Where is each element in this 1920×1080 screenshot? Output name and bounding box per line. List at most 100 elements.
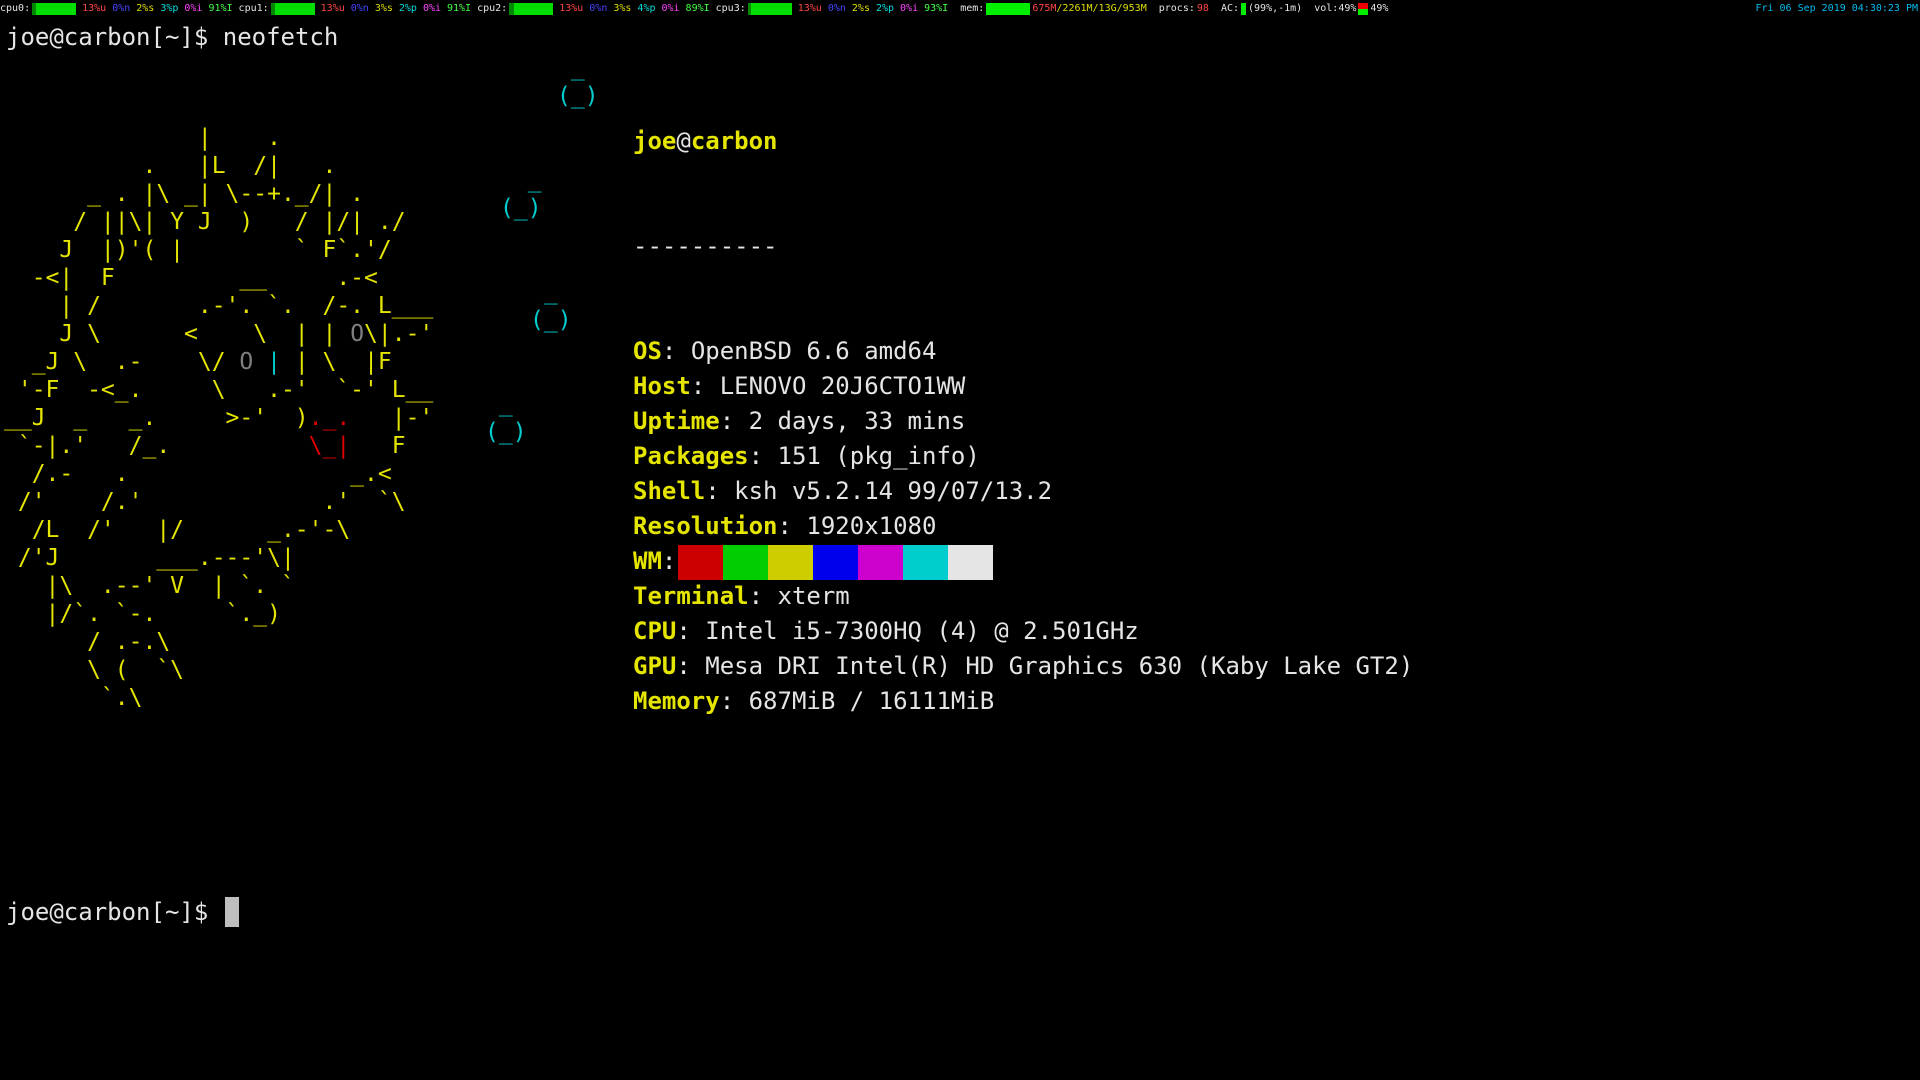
cpu-nice: 0%n: [589, 3, 608, 14]
info-row-packages: Packages: 151 (pkg_info): [633, 439, 1413, 474]
info-row-shell: Shell: ksh v5.2.14 99/07/13.2: [633, 474, 1413, 509]
info-row-host: Host: LENOVO 20J6CTO1WW: [633, 369, 1413, 404]
info-row-memory: Memory: 687MiB / 16111MiB: [633, 684, 1413, 719]
cpu-user: 13%u: [320, 3, 345, 14]
cpu-spin: 2%p: [398, 3, 417, 14]
info-row-uptime: Uptime: 2 days, 33 mins: [633, 404, 1413, 439]
palette-swatch-1: [723, 545, 768, 580]
vol-value: 49%: [1370, 3, 1389, 14]
cpu-sys: 3%s: [374, 3, 393, 14]
terminal-line-command: joe@carbon[~]$ neofetch: [6, 22, 338, 52]
info-value: ksh v5.2.14 99/07/13.2: [734, 477, 1053, 505]
cpu-monitor-0: cpu0: 13%u 0%n 2%s 3%p 0%i 91%I: [0, 0, 239, 18]
cpu-nice: 0%n: [112, 3, 131, 14]
info-value: xterm: [777, 582, 850, 610]
ascii-logo: _ (_) _ (_) _ (_) _ (_) | . . |L /| . _ …: [0, 54, 620, 874]
cpu-user: 13%u: [559, 3, 584, 14]
info-value: 1920x1080: [806, 512, 937, 540]
fish-1: _ (_): [557, 55, 599, 109]
cpu-intr: 0%i: [900, 3, 919, 14]
info-row-os: OS: OpenBSD 6.6 amd64: [633, 334, 1413, 369]
info-key: CPU: [633, 617, 677, 645]
fish-4: _ (_): [485, 391, 527, 445]
info-colon: :: [748, 442, 778, 470]
info-colon: :: [676, 617, 706, 645]
user-host: joe@carbon: [633, 124, 1413, 159]
clock: Fri 06 Sep 2019 04:30:23 PM: [1755, 3, 1918, 14]
procs-monitor: procs: 98: [1159, 0, 1209, 18]
info-value: 151 (pkg_info): [777, 442, 980, 470]
color-palette: [678, 545, 993, 580]
command-text: neofetch: [222, 23, 339, 51]
terminal-line-prompt[interactable]: joe@carbon[~]$: [6, 897, 239, 927]
procs-label: procs:: [1158, 3, 1195, 14]
info-key: OS: [633, 337, 662, 365]
mem-total: /2261M/13G/953M: [1056, 3, 1147, 14]
info-value: 2 days, 33 mins: [748, 407, 966, 435]
info-key: WM: [633, 547, 662, 575]
host-name: carbon: [690, 127, 778, 155]
ac-monitor: AC: (99%,-1m): [1221, 0, 1302, 18]
info-value: LENOVO 20J6CTO1WW: [719, 372, 966, 400]
cpu-intr: 0%i: [661, 3, 680, 14]
cpu-bar: [32, 3, 77, 15]
cpu-label: cpu1:: [238, 3, 269, 14]
title-separator: ----------: [633, 232, 778, 260]
info-row-gpu: GPU: Mesa DRI Intel(R) HD Graphics 630 (…: [633, 649, 1413, 684]
cpu-bar: [270, 3, 315, 15]
cpu-intr: 0%i: [422, 3, 441, 14]
status-bar: cpu0: 13%u 0%n 2%s 3%p 0%i 91%I cpu1: 13%u 0%n 3%s…: [0, 0, 1920, 18]
palette-swatch-5: [903, 545, 948, 580]
cpu-spin: 2%p: [875, 3, 895, 14]
cpu-label: cpu3:: [715, 3, 746, 14]
info-key: Uptime: [633, 407, 720, 435]
mem-monitor: mem: 675M/2261M/13G/953M: [960, 0, 1147, 18]
palette-swatch-4: [858, 545, 903, 580]
info-key: Packages: [633, 442, 749, 470]
info-key: Resolution: [633, 512, 778, 540]
info-colon: :: [676, 652, 706, 680]
mem-label: mem:: [960, 3, 985, 14]
procs-value: 98: [1196, 3, 1209, 14]
info-colon: :: [705, 477, 735, 505]
info-key: GPU: [633, 652, 677, 680]
info-colon: :: [690, 372, 720, 400]
vol-monitor: vol:49% 49%: [1314, 0, 1388, 18]
fish-3: _ (_): [530, 279, 572, 333]
mem-used: 675M: [1032, 3, 1057, 14]
info-colon: :: [719, 407, 749, 435]
cpu-nice: 0%n: [350, 3, 369, 14]
cpu-sys: 2%s: [851, 3, 870, 14]
system-info: joe@carbon ---------- OS: OpenBSD 6.6 am…: [633, 54, 1413, 754]
palette-swatch-2: [768, 545, 813, 580]
fish-2: _ (_): [500, 167, 542, 221]
palette-swatch-3: [813, 545, 858, 580]
block-cursor[interactable]: [224, 897, 239, 927]
palette-swatch-0: [678, 545, 723, 580]
info-key: Terminal: [633, 582, 749, 610]
ac-value: (99%,-1m): [1248, 3, 1303, 14]
info-colon: :: [777, 512, 807, 540]
palette-swatch-6: [948, 545, 993, 580]
cpu-intr: 0%i: [184, 3, 203, 14]
volume-bar: [1358, 3, 1369, 15]
info-row-resolution: Resolution: 1920x1080: [633, 509, 1413, 544]
info-row-terminal: Terminal: xterm: [633, 579, 1413, 614]
prompt: joe@carbon[~]$: [6, 23, 223, 51]
prompt: joe@carbon[~]$: [6, 898, 223, 926]
at-sign: @: [676, 127, 691, 155]
cpu-bar: [509, 3, 554, 15]
info-key: Host: [633, 372, 691, 400]
cpu-monitor-2: cpu2: 13%u 0%n 3%s 4%p 0%i 89%I: [477, 0, 716, 18]
vol-label: vol:49%: [1314, 3, 1357, 14]
cpu-user: 13%u: [797, 3, 822, 14]
user-name: joe: [633, 127, 677, 155]
cpu-idle: 91%I: [447, 3, 472, 14]
cpu-monitor-3: cpu3: 13%u 0%n 2%s 2%p 0%i 93%I: [716, 0, 955, 18]
mem-bar: [986, 3, 1031, 15]
cpu-label: cpu2:: [477, 3, 508, 14]
info-colon: :: [748, 582, 778, 610]
info-key: Shell: [633, 477, 706, 505]
info-value: OpenBSD 6.6 amd64: [690, 337, 937, 365]
info-value: Intel i5-7300HQ (4) @ 2.501GHz: [705, 617, 1139, 645]
